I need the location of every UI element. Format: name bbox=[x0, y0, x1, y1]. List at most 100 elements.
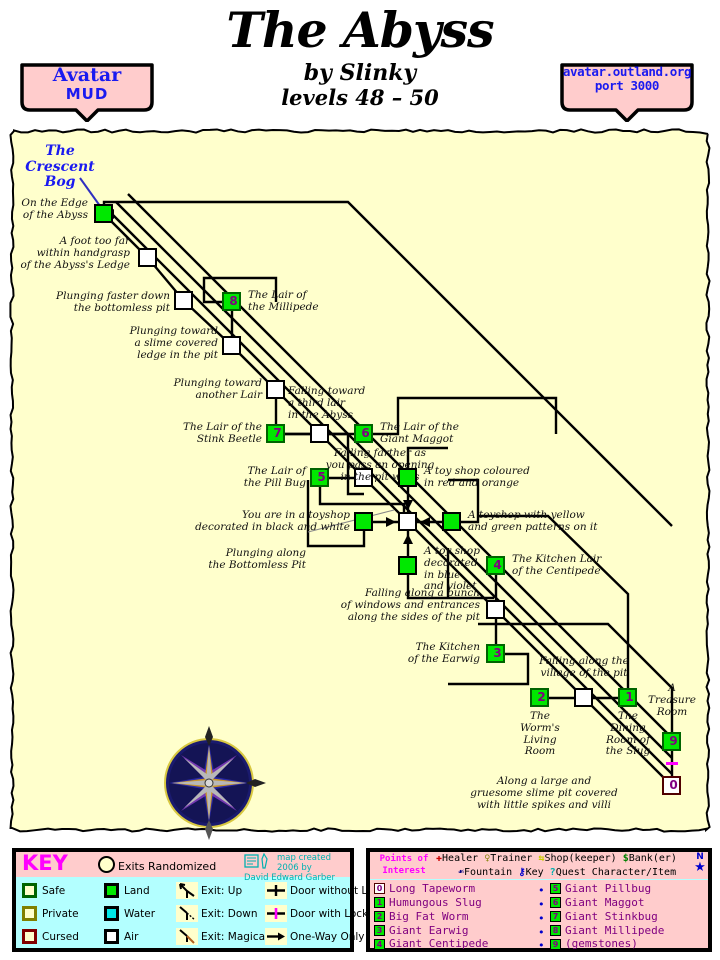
poi-number: 8 bbox=[224, 292, 243, 311]
cursed-swatch-icon bbox=[22, 929, 37, 944]
poi-number-badge: 5 bbox=[550, 883, 561, 894]
room-kitchen-lair-of-the-centipede[interactable]: 4 bbox=[486, 556, 505, 575]
north-arrow-icon: ★ bbox=[692, 861, 708, 875]
room-label: The Lair of the Stink Beetle bbox=[112, 422, 262, 446]
safe-swatch-icon bbox=[22, 883, 37, 898]
poi-list-item[interactable]: 0 Long Tapeworm bbox=[374, 882, 488, 896]
poi-list-item[interactable]: 9 (gemstones) bbox=[550, 937, 664, 951]
page-title: The Abyss bbox=[0, 6, 720, 55]
poi-number: 3 bbox=[488, 644, 507, 663]
key-label: One-Way Only bbox=[290, 931, 365, 943]
key-label: Exit: Down bbox=[201, 908, 258, 920]
door-with-lock-icon bbox=[265, 905, 287, 922]
key-icon: ⚷ bbox=[518, 867, 525, 878]
randomized-circle-icon bbox=[98, 856, 115, 873]
door-no-lock-icon bbox=[265, 882, 287, 899]
page-header: The Abyss by Slinky levels 48 – 50 Avata… bbox=[0, 0, 720, 126]
room-long-tapeworm-slime-pit[interactable]: 0 bbox=[662, 776, 681, 795]
room-toy-shop-red-and-orange[interactable] bbox=[398, 468, 417, 487]
poi-legend-label: Quest Character/Item bbox=[556, 867, 676, 878]
private-swatch-icon bbox=[22, 906, 37, 921]
exit-up-icon bbox=[176, 882, 198, 899]
poi-list-separator: • • • • • bbox=[538, 884, 545, 953]
exits-randomized-label: Exits Randomized bbox=[118, 860, 216, 873]
poi-item-label: Humungous Slug bbox=[389, 896, 482, 910]
key-label: Water bbox=[124, 908, 155, 920]
room-plunging-faster-down[interactable] bbox=[174, 291, 193, 310]
room-a-treasure-room[interactable]: 9 bbox=[662, 732, 681, 751]
poi-item-label: Giant Centipede bbox=[389, 937, 488, 951]
room-label: Plunging faster down the bottomless pit bbox=[18, 291, 170, 315]
key-panel: KEY Exits Randomized map created 2006 by… bbox=[12, 848, 354, 952]
land-swatch-icon bbox=[104, 883, 119, 898]
poi-legend-label: Key bbox=[526, 867, 544, 878]
key-panel-header: KEY Exits Randomized map created 2006 by… bbox=[16, 852, 350, 877]
room-falling-along-the-village[interactable] bbox=[574, 688, 593, 707]
key-entry-exit-down: Exit: Down bbox=[176, 902, 268, 925]
room-lair-of-the-stink-beetle[interactable]: 7 bbox=[266, 424, 285, 443]
server-port: port 3000 bbox=[558, 79, 696, 93]
poi-list-item[interactable]: 8 Giant Millipede bbox=[550, 924, 664, 938]
one-way-icon bbox=[265, 928, 287, 945]
banner-right-text: avatar.outland.org port 3000 bbox=[558, 65, 696, 94]
room-label: The Kitchen Lair of the Centipede bbox=[512, 554, 660, 578]
room-toy-shop-blue-and-violet[interactable] bbox=[398, 556, 417, 575]
room-label: A Treasure Room bbox=[632, 683, 712, 718]
room-toyshop-black-and-white[interactable] bbox=[354, 512, 373, 531]
room-kitchen-of-the-earwig[interactable]: 3 bbox=[486, 644, 505, 663]
key-label: Private bbox=[42, 908, 79, 920]
key-entry-safe: Safe bbox=[22, 879, 79, 902]
room-lair-of-the-millipede[interactable]: 8 bbox=[222, 292, 241, 311]
poi-number: 2 bbox=[532, 688, 551, 707]
exit-down-icon bbox=[176, 905, 198, 922]
poi-number-badge: 2 bbox=[374, 911, 385, 922]
key-label: Safe bbox=[42, 885, 65, 897]
key-entry-exit-magical: Exit: Magical bbox=[176, 925, 268, 948]
room-toyshop-yellow-and-green[interactable] bbox=[442, 512, 461, 531]
poi-legend: ✚Healer ♀Trainer ⇆Shop(keeper) $Bank(er)… bbox=[436, 852, 686, 879]
room-label: A foot too far within handgrasp of the Aby… bbox=[0, 236, 130, 271]
room-worms-living-room[interactable]: 2 bbox=[530, 688, 549, 707]
room-falling-toward-third-lair[interactable] bbox=[310, 424, 329, 443]
drafting-icon bbox=[244, 853, 274, 871]
poi-list-item[interactable]: 7 Giant Stinkbug bbox=[550, 910, 664, 924]
exit-magical-icon bbox=[176, 928, 198, 945]
poi-title-line1: Points of bbox=[373, 853, 435, 865]
poi-item-label: Big Fat Worm bbox=[389, 910, 468, 924]
poi-list-left: 0 Long Tapeworm 1 Humungous Slug 2 Big Fat … bbox=[374, 882, 488, 951]
server-host: avatar.outland.org bbox=[558, 65, 696, 79]
poi-item-label: Long Tapeworm bbox=[389, 882, 475, 896]
poi-item-label: (gemstones) bbox=[565, 937, 638, 951]
room-plunging-along-bottomless-pit[interactable] bbox=[398, 512, 417, 531]
poi-number-badge: 9 bbox=[550, 939, 561, 950]
room-label: Along a large and gruesome slime pit cove… bbox=[428, 776, 660, 811]
room-plunging-toward-slime-ledge[interactable] bbox=[222, 336, 241, 355]
poi-list-item[interactable]: 3 Giant Earwig bbox=[374, 924, 488, 938]
room-plunging-toward-another-lair[interactable] bbox=[266, 380, 285, 399]
poi-number-badge: 3 bbox=[374, 925, 385, 936]
poi-legend-label: Fountain bbox=[464, 867, 512, 878]
key-column-exits: Exit: Up Exit: Down Exit: Magical bbox=[176, 879, 268, 948]
key-column-terrain: Land Water Air bbox=[104, 879, 155, 948]
poi-list-item[interactable]: 6 Giant Maggot bbox=[550, 896, 664, 910]
room-a-foot-too-far[interactable] bbox=[138, 248, 157, 267]
poi-number: 6 bbox=[356, 424, 375, 443]
water-swatch-icon bbox=[104, 906, 119, 921]
poi-list-item[interactable]: 1 Humungous Slug bbox=[374, 896, 488, 910]
poi-list-item[interactable]: 2 Big Fat Worm bbox=[374, 910, 488, 924]
room-label: On the Edge of the Abyss bbox=[0, 198, 88, 222]
poi-list-item[interactable]: 4 Giant Centipede bbox=[374, 937, 488, 951]
poi-item-label: Giant Maggot bbox=[565, 896, 644, 910]
room-lair-of-the-giant-maggot[interactable]: 6 bbox=[354, 424, 373, 443]
room-on-the-edge-of-the-abyss[interactable] bbox=[94, 204, 113, 223]
air-swatch-icon bbox=[104, 929, 119, 944]
room-falling-along-windows[interactable] bbox=[486, 600, 505, 619]
server-address-banner: avatar.outland.org port 3000 bbox=[558, 62, 696, 108]
zone-label: The Crescent Bog bbox=[22, 144, 98, 191]
poi-number-badge: 8 bbox=[550, 925, 561, 936]
poi-list-item[interactable]: 5 Giant Pillbug bbox=[550, 882, 664, 896]
poi-legend-label: Bank(er) bbox=[629, 853, 677, 864]
key-entry-air: Air bbox=[104, 925, 155, 948]
room-label: A toy shop coloured in red and orange bbox=[424, 466, 588, 490]
door-with-lock-marker bbox=[666, 762, 678, 765]
